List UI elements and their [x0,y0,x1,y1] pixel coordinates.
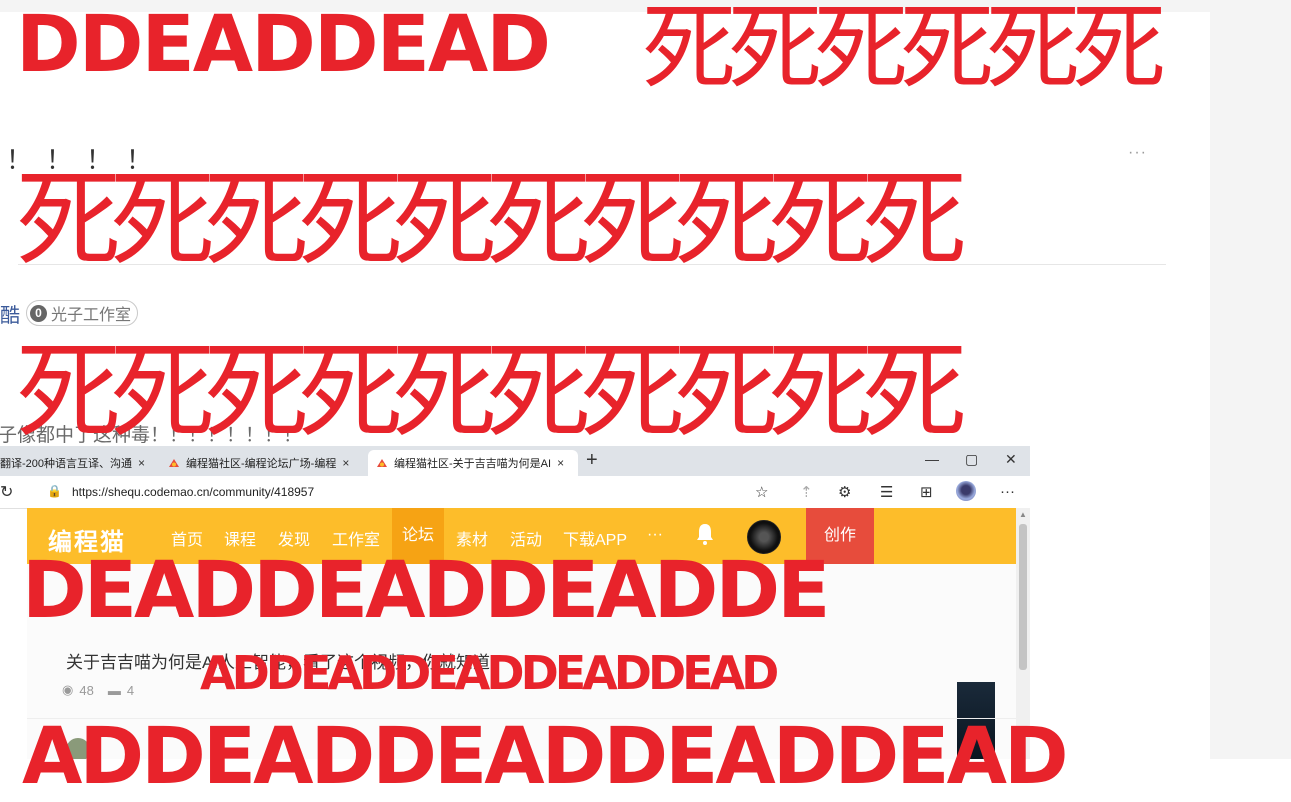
browser-tab-active[interactable]: 编程猫社区-关于吉吉喵为何是AI × [368,450,578,476]
browser-tab[interactable]: 编程猫社区-编程论坛广场-编程 × [160,450,366,476]
overlay-dead-row: ADDEADDEADDEADDEAD [200,646,779,700]
author-row: 酷 0 光子工作室 [0,298,139,328]
view-count: 48 [79,682,94,698]
refresh-icon[interactable]: ↻ [0,482,13,502]
tab-close-icon[interactable]: × [138,456,145,470]
maximize-button[interactable]: ▢ [965,451,978,468]
tab-label: 编程猫社区-编程论坛广场-编程 [186,458,337,470]
overlay-si-row: 死死死死死死死死死死 [16,159,967,281]
bell-icon[interactable] [695,522,715,546]
overlay-dead-row: DEADDEADDEADDE [22,546,830,636]
overlay-si-row: 死死死死死死死死死死 [16,331,967,453]
address-bar-row: ↻ 🔒 https://shequ.codemao.cn/community/4… [0,476,1030,509]
close-window-button[interactable]: ✕ [1005,451,1017,468]
overlay-dead-banner: DDEADDEAD [16,0,551,90]
nav-more-icon[interactable]: ··· [647,526,663,544]
more-options-button[interactable]: ··· [1128,144,1147,162]
tab-label: 翻译-200种语言互译、沟通 [0,458,133,470]
minimize-button[interactable]: — [925,451,939,467]
tab-close-icon[interactable]: × [557,456,564,470]
comment-icon: ▬ [107,682,121,698]
browser-tab[interactable]: 翻译-200种语言互译、沟通 × [0,450,156,476]
author-name-link[interactable]: 酷 [0,299,20,328]
studio-name: 光子工作室 [51,307,132,324]
overlay-si-banner: 死死死死死死 [642,0,1166,103]
favorite-add-icon[interactable]: ☆ [755,483,768,501]
scroll-thumb[interactable] [1019,524,1027,670]
codemao-favicon-icon [377,459,387,467]
read-aloud-icon[interactable]: ⇡ [800,483,813,501]
studio-level-icon: 0 [30,304,47,322]
page-right-gutter [1210,0,1291,759]
tab-label: 编程猫社区-关于吉吉喵为何是AI [394,458,552,470]
address-bar[interactable]: https://shequ.codemao.cn/community/41895… [72,485,314,499]
post-stats: ◉ 48 ▬ 4 [62,682,134,698]
overlay-dead-row: ADDEADDEADDEADDEAD [22,712,1069,802]
eye-icon: ◉ [62,682,74,697]
collections-icon[interactable]: ⊞ [920,483,933,501]
lock-icon[interactable]: 🔒 [47,484,62,498]
codemao-favicon-icon [169,459,179,467]
settings-more-icon[interactable]: ··· [1000,483,1015,500]
studio-badge[interactable]: 0 光子工作室 [26,300,139,326]
comment-count: 4 [126,682,135,698]
extensions-icon[interactable]: ⚙ [838,483,851,501]
favorites-icon[interactable]: ☰ [880,483,893,501]
profile-avatar[interactable] [956,481,976,501]
scroll-up-icon[interactable]: ▲ [1019,510,1027,519]
tab-close-icon[interactable]: × [342,456,349,470]
